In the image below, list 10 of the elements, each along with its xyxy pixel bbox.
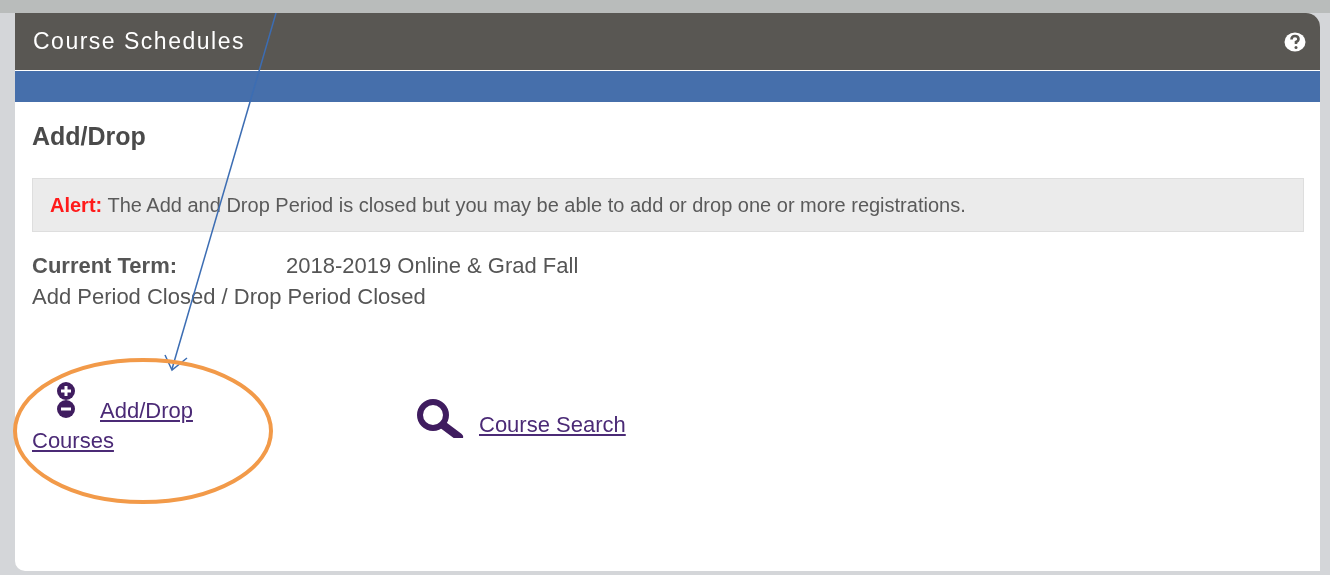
search-icon xyxy=(415,398,465,438)
alert-message: Alert: The Add and Drop Period is closed but you may be able to add or drop one or more registrations. xyxy=(50,193,966,218)
term-label: Current Term: xyxy=(32,252,179,280)
course-search-link[interactable]: Course Search xyxy=(415,398,626,440)
panel-title: Course Schedules xyxy=(33,27,245,57)
section-heading: Add/Drop xyxy=(32,121,147,152)
help-icon[interactable] xyxy=(1284,31,1306,52)
plus-minus-icon xyxy=(56,382,76,418)
term-value: 2018-2019 Online & Grad Fall xyxy=(286,252,579,280)
add-drop-link[interactable]: Add/Drop Courses xyxy=(32,382,277,456)
